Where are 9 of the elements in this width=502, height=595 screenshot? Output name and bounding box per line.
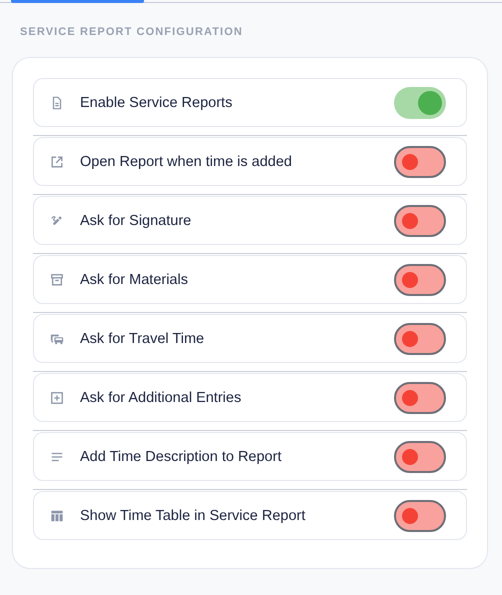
section-title: SERVICE REPORT CONFIGURATION xyxy=(20,26,244,40)
setting-label: Open Report when time is added xyxy=(80,154,293,170)
setting-label: Enable Service Reports xyxy=(80,94,234,110)
setting-label: Add Time Description to Report xyxy=(80,448,282,464)
setting-label: Ask for Signature xyxy=(80,212,192,228)
setting-label: Ask for Materials xyxy=(80,272,189,288)
setting-label: Ask for Additional Entries xyxy=(80,390,242,406)
setting-label: Show Time Table in Service Report xyxy=(80,508,306,524)
setting-label: Ask for Travel Time xyxy=(80,330,206,346)
